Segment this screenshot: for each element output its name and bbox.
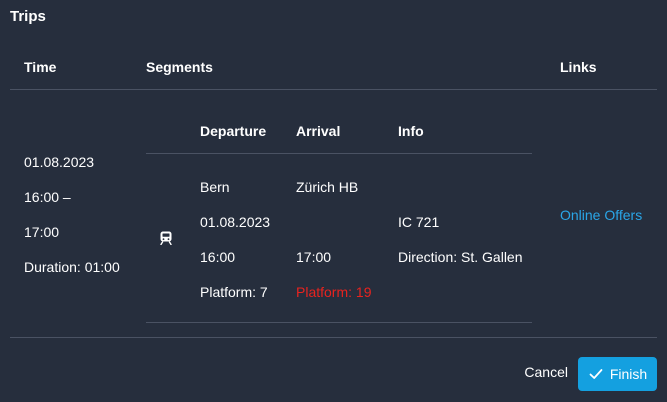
trip-date: 01.08.2023 [24,154,95,170]
departure-station: Bern [200,179,230,195]
header-divider [10,89,657,90]
train-icon [160,231,172,245]
arrival-platform: Platform: 19 [296,284,372,300]
online-offers-link[interactable]: Online Offers [560,207,642,223]
segment-header-info: Info [398,123,424,139]
checkmark-icon [589,369,603,379]
finish-button-label: Finish [609,366,648,382]
departure-date: 01.08.2023 [200,214,271,230]
table-bottom-divider [10,337,657,338]
segment-header-arrival: Arrival [296,123,341,139]
segment-bottom-divider [146,322,532,323]
departure-platform: Platform: 7 [200,284,268,300]
train-number: IC 721 [398,214,440,230]
trip-duration: Duration: 01:00 [24,259,120,275]
trip-time-start: 16:00 – [24,189,71,205]
segment-header-departure: Departure [200,123,267,139]
departure-time: 16:00 [200,249,236,265]
dialog-title: Trips [10,8,46,25]
column-header-time: Time [24,59,57,75]
cancel-button[interactable]: Cancel [524,364,568,380]
column-header-links: Links [560,59,597,75]
segment-header-divider [146,153,532,154]
train-direction: Direction: St. Gallen [398,249,523,265]
arrival-time: 17:00 [296,249,332,265]
arrival-station: Zürich HB [296,179,359,195]
trip-time-end: 17:00 [24,224,60,240]
column-header-segments: Segments [146,59,213,75]
finish-button[interactable]: Finish [578,357,657,391]
